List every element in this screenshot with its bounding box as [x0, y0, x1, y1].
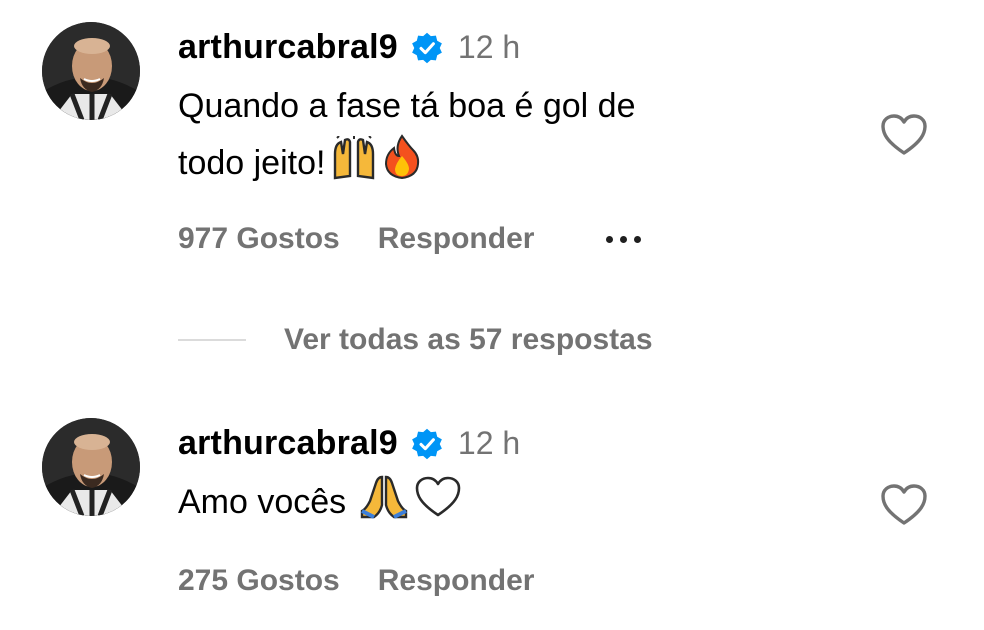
timestamp[interactable]: 12 h — [458, 29, 520, 66]
comment-header: arthurcabral9 12 h — [178, 424, 520, 463]
like-heart-icon[interactable] — [880, 483, 928, 527]
avatar[interactable] — [42, 418, 140, 516]
reply-button[interactable]: Responder — [378, 222, 535, 256]
username-link[interactable]: arthurcabral9 — [178, 28, 398, 67]
view-replies-toggle[interactable]: Ver todas as 57 respostas — [178, 323, 653, 357]
fire-icon — [383, 134, 421, 197]
comment-header: arthurcabral9 12 h — [178, 28, 520, 67]
profile-photo-icon — [42, 418, 140, 516]
comment-text: Quando a fase tá boa é gol de todo jeito… — [178, 78, 818, 197]
verified-badge-icon — [412, 428, 442, 459]
verified-badge-icon — [412, 32, 442, 63]
comment-text-line: todo jeito! — [178, 134, 818, 197]
profile-photo-icon — [42, 22, 140, 120]
view-replies-label[interactable]: Ver todas as 57 respostas — [284, 323, 653, 357]
replies-divider — [178, 339, 246, 341]
avatar[interactable] — [42, 22, 140, 120]
likes-count[interactable]: 977 Gostos — [178, 222, 340, 256]
comment-actions: 275 Gostos Responder — [178, 564, 534, 598]
comment-text-line: Quando a fase tá boa é gol de — [178, 87, 636, 125]
reply-button[interactable]: Responder — [378, 564, 535, 598]
folded-hands-icon — [360, 475, 408, 536]
comment-text-line-2: todo jeito! — [178, 144, 326, 182]
raising-hands-icon — [331, 135, 377, 197]
more-options-icon[interactable] — [606, 235, 642, 243]
comment-text: Amo vocês — [178, 474, 818, 536]
comment-text-line: Amo vocês — [178, 474, 818, 536]
comment-actions: 977 Gostos Responder — [178, 222, 642, 256]
likes-count[interactable]: 275 Gostos — [178, 564, 340, 598]
like-heart-icon[interactable] — [880, 113, 928, 157]
comment-1: arthurcabral9 12 h Quando a fase tá boa … — [0, 0, 984, 300]
timestamp[interactable]: 12 h — [458, 425, 520, 462]
white-heart-icon — [414, 475, 462, 536]
comment-2: arthurcabral9 12 h Amo vocês 275 Gostos — [0, 400, 984, 630]
username-link[interactable]: arthurcabral9 — [178, 424, 398, 463]
comment-text-line-1: Amo vocês — [178, 483, 347, 521]
